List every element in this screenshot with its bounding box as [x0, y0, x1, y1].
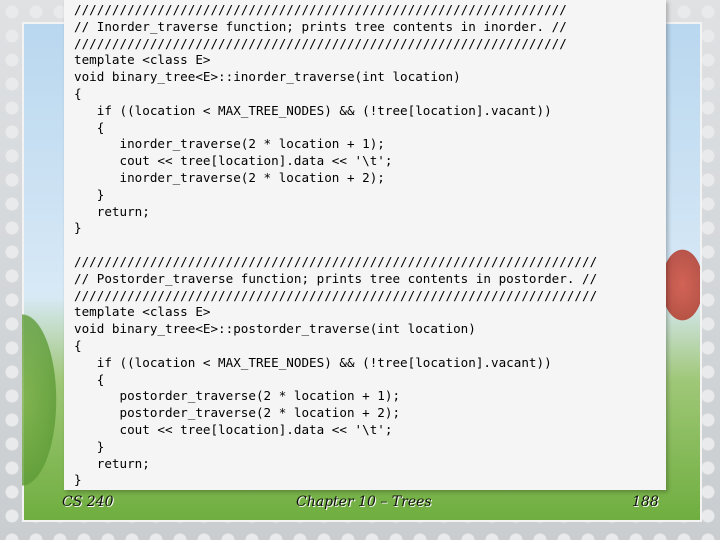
- code-line: if ((location < MAX_TREE_NODES) && (!tre…: [74, 102, 552, 118]
- code-line: postorder_traverse(2 * location + 1);: [74, 388, 401, 404]
- code-block: ////////////////////////////////////////…: [74, 2, 597, 489]
- code-line: {: [74, 85, 82, 101]
- code-line: // Inorder_traverse function; prints tre…: [74, 18, 567, 34]
- code-line: {: [74, 337, 82, 353]
- code-line: inorder_traverse(2 * location + 1);: [74, 136, 385, 152]
- code-line: {: [74, 371, 105, 387]
- code-line: void binary_tree<E>::inorder_traverse(in…: [74, 69, 461, 85]
- code-line: }: [74, 220, 82, 236]
- code-line: template <class E>: [74, 304, 211, 320]
- code-line: if ((location < MAX_TREE_NODES) && (!tre…: [74, 354, 552, 370]
- footer-course: CS 240: [62, 494, 114, 510]
- code-line: }: [74, 438, 105, 454]
- code-line: return;: [74, 455, 150, 471]
- footer-page-number: 188: [632, 494, 659, 510]
- code-line: ////////////////////////////////////////…: [74, 287, 598, 303]
- code-line: }: [74, 472, 82, 488]
- grass-decoration: [22, 300, 62, 500]
- code-line: // Postorder_traverse function; prints t…: [74, 270, 598, 286]
- footer-chapter: Chapter 10 – Trees: [296, 494, 432, 510]
- code-line: void binary_tree<E>::postorder_traverse(…: [74, 321, 476, 337]
- code-line: ////////////////////////////////////////…: [74, 35, 567, 51]
- code-line: template <class E>: [74, 52, 211, 68]
- code-line: ////////////////////////////////////////…: [74, 2, 567, 17]
- code-line: }: [74, 186, 105, 202]
- code-line: ////////////////////////////////////////…: [74, 253, 598, 269]
- code-line: return;: [74, 203, 150, 219]
- code-line: cout << tree[location].data << '\t';: [74, 421, 393, 437]
- code-line: postorder_traverse(2 * location + 2);: [74, 405, 401, 421]
- code-line: inorder_traverse(2 * location + 2);: [74, 169, 385, 185]
- code-line: {: [74, 119, 105, 135]
- code-line: cout << tree[location].data << '\t';: [74, 153, 393, 169]
